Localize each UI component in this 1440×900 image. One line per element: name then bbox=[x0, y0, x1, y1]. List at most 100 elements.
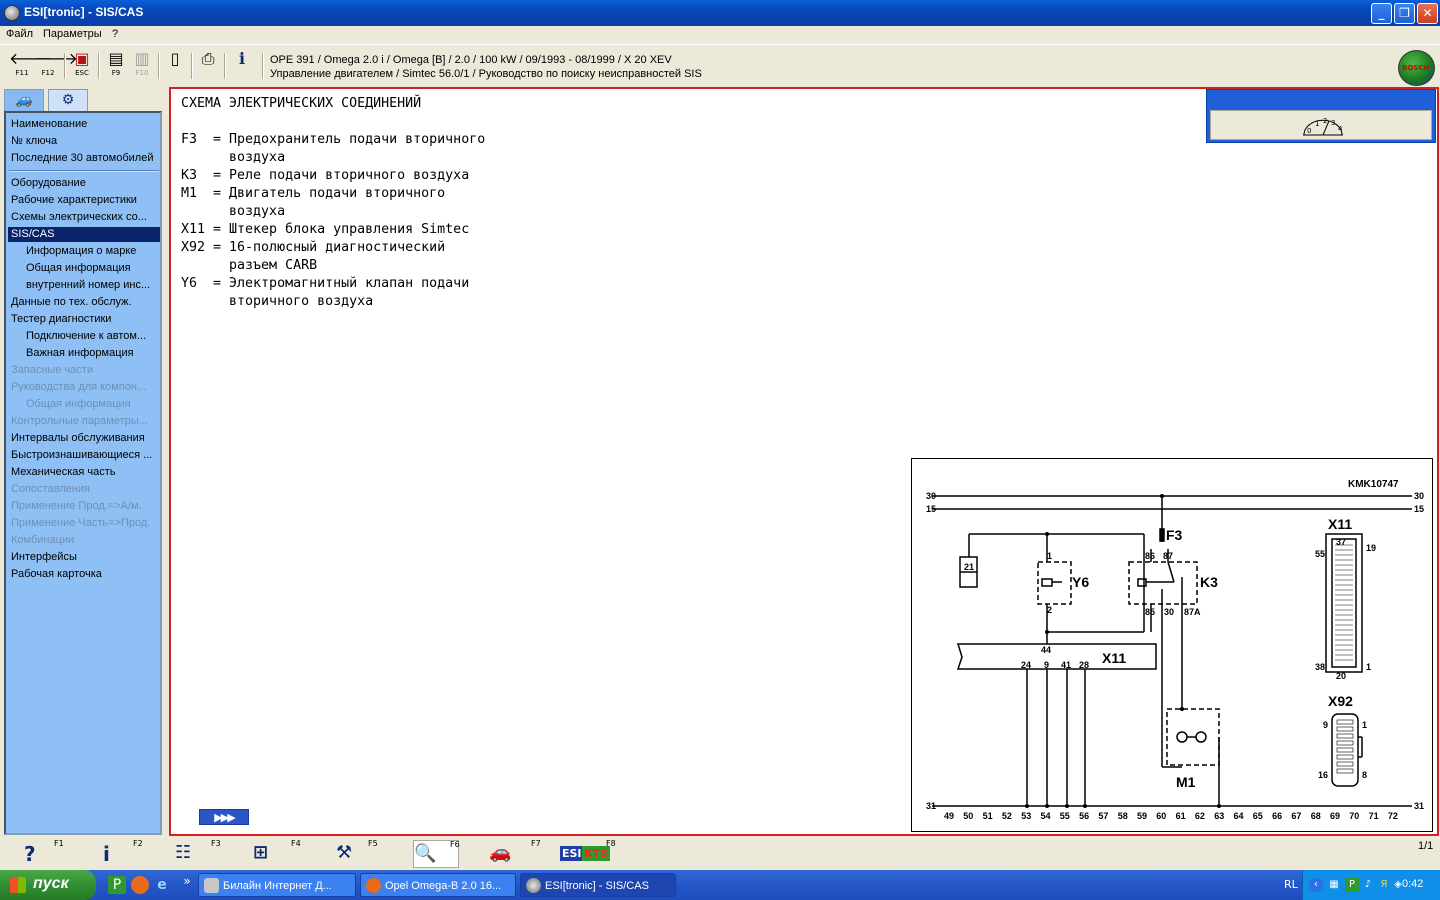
print-button[interactable]: ⎙ bbox=[195, 49, 221, 83]
toolbar-separator bbox=[98, 53, 100, 79]
sidebar-item[interactable]: внутренний номер инс... bbox=[26, 278, 160, 293]
function-key-label: F8 bbox=[606, 839, 616, 848]
pin-d-8: 8 bbox=[1362, 770, 1367, 780]
toolbar-separator bbox=[224, 53, 226, 79]
sidebar-item[interactable]: Рабочая карточка bbox=[11, 567, 160, 582]
document-icon: ▯ bbox=[170, 49, 180, 68]
app-tray-icon[interactable]: P bbox=[1345, 878, 1359, 892]
label-x11-bar: X11 bbox=[1102, 650, 1126, 666]
task-beeline[interactable]: Билайн Интернет Д... bbox=[198, 873, 356, 897]
pin-x11-9: 9 bbox=[1044, 660, 1049, 670]
sidebar-item-last-30[interactable]: Последние 30 автомобилей bbox=[11, 151, 160, 166]
clock: 0:42 bbox=[1402, 878, 1424, 890]
task-opel-omega[interactable]: Opel Omega-B 2.0 16... bbox=[360, 873, 516, 897]
pin-k3-87: 87 bbox=[1163, 551, 1173, 561]
sidebar-item[interactable]: Схемы электрических со... bbox=[11, 210, 160, 225]
app-icon[interactable] bbox=[4, 5, 20, 21]
sidebar-item[interactable]: Данные по тех. обслуж. bbox=[11, 295, 160, 310]
zoom-button[interactable]: 🔍 F6 bbox=[413, 840, 460, 868]
back-button[interactable]: 🡐 F11 bbox=[9, 49, 52, 83]
sidebar-item[interactable]: Быстроизнашивающиеся ... bbox=[11, 448, 160, 463]
quicklaunch-app-icon[interactable]: P bbox=[108, 876, 126, 894]
tools-button[interactable]: ⚒ F5 bbox=[336, 840, 378, 868]
minimize-button[interactable]: _ bbox=[1371, 3, 1392, 24]
task-esitronic[interactable]: ESI[tronic] - SIS/CAS bbox=[520, 873, 676, 897]
sidebar-item[interactable]: SIS/CAS bbox=[8, 227, 160, 242]
forward-button[interactable]: 🡒 F12 bbox=[35, 49, 78, 83]
close-button[interactable]: ✕ bbox=[1417, 3, 1438, 24]
vehicle-line-2: Управление двигателем / Simtec 56.0/1 / … bbox=[270, 68, 702, 80]
sidebar-item[interactable]: Механическая часть bbox=[11, 465, 160, 480]
sidebar-item[interactable]: Интервалы обслуживания bbox=[11, 431, 160, 446]
pin-c-38: 38 bbox=[1315, 662, 1325, 672]
f10-button[interactable]: ▥ F10 bbox=[129, 49, 155, 83]
terminal-number: 58 bbox=[1118, 811, 1128, 821]
tab-vehicle[interactable]: 🚙 bbox=[4, 89, 44, 111]
forward-key-label: F12 bbox=[41, 69, 55, 77]
vehicle-button[interactable]: 🚗 F7 bbox=[489, 840, 541, 868]
sidebar-item-key-number[interactable]: № ключа bbox=[11, 134, 160, 149]
svg-text:01234: 01 2 34 bbox=[1307, 117, 1343, 135]
document-line: X92 = 16-полюсный диагностический bbox=[181, 240, 446, 255]
printer-icon: ⎙ bbox=[201, 49, 215, 68]
escape-button[interactable]: ▣ ESC bbox=[69, 49, 95, 83]
document-line: вторичного воздуха bbox=[181, 294, 374, 309]
rail-15-label-left: 15 bbox=[926, 504, 936, 514]
kts-logo-icon: KTS bbox=[582, 846, 610, 861]
sidebar-item[interactable]: Оборудование bbox=[11, 176, 160, 191]
esi-kts-button[interactable]: ESI KTS F8 bbox=[560, 840, 616, 868]
terminal-number: 53 bbox=[1021, 811, 1031, 821]
diagnostic-pin-row bbox=[1336, 726, 1354, 732]
network-icon[interactable]: ▦ bbox=[1327, 878, 1341, 892]
menu-parameters[interactable]: Параметры bbox=[43, 28, 102, 40]
ie-icon[interactable]: e bbox=[153, 876, 171, 894]
sidebar-item[interactable]: Общая информация bbox=[26, 261, 160, 276]
maximize-button[interactable]: ❐ bbox=[1394, 3, 1415, 24]
diagnostic-pin-row bbox=[1336, 740, 1354, 746]
document-button[interactable]: ▯ bbox=[162, 49, 188, 83]
tab-engine[interactable]: ⚙ bbox=[48, 89, 88, 111]
terminal-number: 68 bbox=[1311, 811, 1321, 821]
sidebar-item: Применение Часть=>Прод. bbox=[11, 517, 151, 529]
pin-k3-87a: 87A bbox=[1184, 607, 1201, 617]
sidebar-item: Запасные части bbox=[11, 364, 94, 376]
sidebar-item[interactable]: Интерфейсы bbox=[11, 550, 160, 565]
start-button[interactable]: пуск bbox=[0, 870, 96, 900]
grid-button[interactable]: ⊞ F4 bbox=[253, 840, 301, 868]
back-arrow-icon[interactable]: ‹ bbox=[1309, 878, 1323, 892]
menu-help[interactable]: ? bbox=[112, 28, 118, 40]
sidebar-item[interactable]: Тестер диагностики bbox=[11, 312, 160, 327]
gauge-scale-label: 4 bbox=[1338, 125, 1343, 133]
yandex-icon[interactable]: Я bbox=[1377, 878, 1391, 892]
sidebar-item[interactable]: Важная информация bbox=[26, 346, 160, 361]
diagnostic-pin-row bbox=[1336, 719, 1354, 725]
info-function-button[interactable]: i F2 bbox=[103, 840, 143, 868]
arrow-left-icon: 🡐 bbox=[9, 49, 52, 68]
terminal-number: 60 bbox=[1156, 811, 1166, 821]
terminal-number: 51 bbox=[983, 811, 993, 821]
f9-button[interactable]: ▤ F9 bbox=[103, 49, 129, 83]
gauge-icon[interactable]: 01 2 34 bbox=[1211, 111, 1433, 141]
menu-file[interactable]: Файл bbox=[6, 28, 33, 40]
document-line: F3 = Предохранитель подачи вторичного bbox=[181, 132, 486, 147]
help-button[interactable]: ? F1 bbox=[24, 840, 64, 868]
info-button[interactable]: i bbox=[229, 49, 255, 83]
arrow-right-icon: 🡒 bbox=[35, 49, 78, 68]
firefox-icon[interactable] bbox=[131, 876, 149, 894]
sidebar-item[interactable]: Подключение к автом... bbox=[26, 329, 160, 344]
next-page-button[interactable]: ▶▶▶ bbox=[199, 809, 249, 825]
rail-15-label-right: 15 bbox=[1414, 504, 1424, 514]
volume-icon[interactable]: ♪ bbox=[1361, 878, 1375, 892]
pin-x11-41: 41 bbox=[1061, 660, 1071, 670]
pin-d-1: 1 bbox=[1362, 720, 1367, 730]
quicklaunch-overflow[interactable]: » bbox=[178, 872, 196, 890]
start-label: пуск bbox=[33, 875, 69, 892]
language-indicator[interactable]: RL bbox=[1284, 878, 1298, 891]
sidebar-item[interactable]: Информация о марке bbox=[26, 244, 160, 259]
sidebar-item[interactable]: Рабочие характеристики bbox=[11, 193, 160, 208]
sidebar-item-name[interactable]: Наименование bbox=[11, 117, 160, 132]
list-button[interactable]: ☷ F3 bbox=[175, 840, 221, 868]
tree-icon: ▥ bbox=[134, 49, 150, 68]
pin-x11-28: 28 bbox=[1079, 660, 1089, 670]
